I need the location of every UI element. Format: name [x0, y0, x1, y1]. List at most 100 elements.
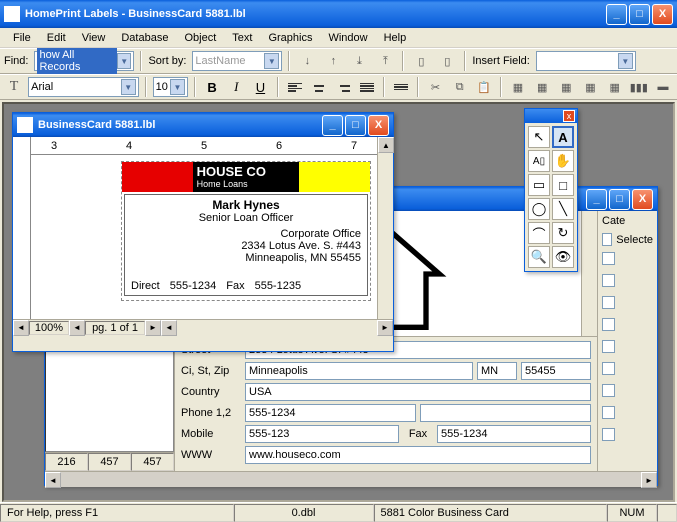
minimize-button[interactable]: _ — [586, 189, 607, 210]
maximize-button[interactable]: □ — [629, 4, 650, 25]
scroll-right-icon[interactable]: ► — [377, 320, 393, 336]
fax-field[interactable]: 555-1234 — [437, 425, 591, 443]
category-checkbox[interactable] — [602, 406, 615, 419]
zip-field[interactable]: 55455 — [521, 362, 591, 380]
record-add-icon[interactable]: ▯ — [410, 50, 432, 72]
black-block[interactable]: HOUSE CO Home Loans — [193, 162, 300, 192]
category-checkbox[interactable] — [602, 252, 615, 265]
align-center-button[interactable] — [309, 76, 329, 98]
category-checkbox[interactable] — [602, 296, 615, 309]
sort-combo[interactable]: LastName ▼ — [192, 51, 282, 71]
menu-object[interactable]: Object — [177, 30, 223, 46]
category-checkbox[interactable] — [602, 340, 615, 353]
tool-button-1[interactable]: ▦ — [508, 76, 528, 98]
scroll-left-icon[interactable]: ◄ — [161, 320, 177, 336]
record-delete-icon[interactable]: ▯ — [436, 50, 458, 72]
city-field[interactable]: Minneapolis — [245, 362, 473, 380]
eye-tool[interactable]: 👁 — [552, 246, 574, 268]
tool-palette[interactable]: x ↖ A A▯ ✋ ▭ □ ◯ ╲ ⌒ ↻ 🔍 👁 — [524, 108, 578, 272]
scroll-left-icon[interactable]: ◄ — [45, 472, 61, 488]
arrow-down-icon[interactable]: ↓ — [296, 50, 318, 72]
tool-button-2[interactable]: ▦ — [532, 76, 552, 98]
align-right-button[interactable] — [333, 76, 353, 98]
next-page-button[interactable]: ► — [145, 320, 161, 336]
close-icon[interactable]: x — [563, 110, 575, 122]
palette-titlebar[interactable]: x — [525, 109, 577, 123]
barcode-button[interactable]: ▮▮▮ — [629, 76, 649, 98]
scrollbar-vertical[interactable]: ▲ — [377, 137, 393, 319]
scroll-up-icon[interactable]: ▲ — [378, 137, 394, 153]
paste-button[interactable]: 📋 — [474, 76, 494, 98]
bold-button[interactable]: B — [202, 76, 222, 98]
tool-button-5[interactable]: ▦ — [605, 76, 625, 98]
font-combo[interactable]: Arial ▼ — [28, 77, 139, 97]
card-name[interactable]: Mark Hynes — [131, 198, 361, 212]
insert-field-combo[interactable]: ▼ — [536, 51, 636, 71]
category-checkbox[interactable] — [602, 384, 615, 397]
list-button[interactable] — [391, 76, 411, 98]
curve-tool[interactable]: ⌒ — [528, 222, 550, 244]
arrow-up-icon[interactable]: ↑ — [322, 50, 344, 72]
close-button[interactable]: X — [632, 189, 653, 210]
close-button[interactable]: X — [652, 4, 673, 25]
font-icon[interactable]: T — [4, 76, 24, 98]
zoom-out-button[interactable]: ◄ — [13, 320, 29, 336]
align-left-button[interactable] — [285, 76, 305, 98]
state-field[interactable]: MN — [477, 362, 517, 380]
tool-button-4[interactable]: ▦ — [580, 76, 600, 98]
hand-tool[interactable]: ✋ — [552, 150, 574, 172]
phone2-field[interactable] — [420, 404, 591, 422]
menu-database[interactable]: Database — [114, 30, 175, 46]
category-checkbox[interactable] — [602, 274, 615, 287]
arrow-up-bar-icon[interactable]: ⤒ — [374, 50, 396, 72]
rect-tool[interactable]: ▭ — [528, 174, 550, 196]
phone1-field[interactable]: 555-1234 — [245, 404, 416, 422]
underline-button[interactable]: U — [250, 76, 270, 98]
zoom-tool[interactable]: 🔍 — [528, 246, 550, 268]
category-checkbox[interactable] — [602, 362, 615, 375]
close-button[interactable]: X — [368, 115, 389, 136]
maximize-button[interactable]: □ — [609, 189, 630, 210]
chevron-down-icon[interactable]: ▼ — [117, 53, 131, 69]
scrollbar-vertical[interactable] — [581, 211, 597, 336]
maximize-button[interactable]: □ — [345, 115, 366, 136]
mobile-field[interactable]: 555-123 — [245, 425, 399, 443]
country-field[interactable]: USA — [245, 383, 591, 401]
category-checkbox[interactable] — [602, 318, 615, 331]
square-tool[interactable]: □ — [552, 174, 574, 196]
menu-window[interactable]: Window — [321, 30, 374, 46]
size-combo[interactable]: 10 ▼ — [153, 77, 188, 97]
category-checkbox[interactable] — [602, 428, 615, 441]
tool-button-3[interactable]: ▦ — [556, 76, 576, 98]
text-tool[interactable]: A — [552, 126, 574, 148]
chevron-down-icon[interactable]: ▼ — [170, 79, 185, 95]
doc-titlebar[interactable]: BusinessCard 5881.lbl _ □ X — [13, 113, 393, 137]
menu-help[interactable]: Help — [377, 30, 414, 46]
business-card[interactable]: HOUSE CO Home Loans Mark Hynes Senior Lo… — [121, 161, 371, 301]
card-role[interactable]: Senior Loan Officer — [131, 212, 361, 224]
menu-edit[interactable]: Edit — [40, 30, 73, 46]
chevron-down-icon[interactable]: ▼ — [121, 79, 136, 95]
rotate-tool[interactable]: ↻ — [552, 222, 574, 244]
canvas[interactable]: HOUSE CO Home Loans Mark Hynes Senior Lo… — [31, 155, 377, 319]
chevron-down-icon[interactable]: ▼ — [618, 53, 633, 69]
cut-button[interactable]: ✂ — [425, 76, 445, 98]
menu-view[interactable]: View — [75, 30, 113, 46]
italic-button[interactable]: I — [226, 76, 246, 98]
minimize-button[interactable]: _ — [322, 115, 343, 136]
align-justify-button[interactable] — [357, 76, 377, 98]
tool-button-6[interactable]: ▬ — [653, 76, 673, 98]
arrow-down-bar-icon[interactable]: ⤓ — [348, 50, 370, 72]
line-tool[interactable]: ╲ — [552, 198, 574, 220]
ellipse-tool[interactable]: ◯ — [528, 198, 550, 220]
www-field[interactable]: www.houseco.com — [245, 446, 591, 464]
menu-graphics[interactable]: Graphics — [261, 30, 319, 46]
scrollbar-horizontal[interactable]: ◄ ► — [45, 471, 657, 487]
menu-text[interactable]: Text — [225, 30, 259, 46]
textbox-tool[interactable]: A▯ — [528, 150, 550, 172]
red-block[interactable] — [122, 162, 193, 192]
scroll-right-icon[interactable]: ► — [641, 472, 657, 488]
minimize-button[interactable]: _ — [606, 4, 627, 25]
prev-page-button[interactable]: ◄ — [69, 320, 85, 336]
pointer-tool[interactable]: ↖ — [528, 126, 550, 148]
